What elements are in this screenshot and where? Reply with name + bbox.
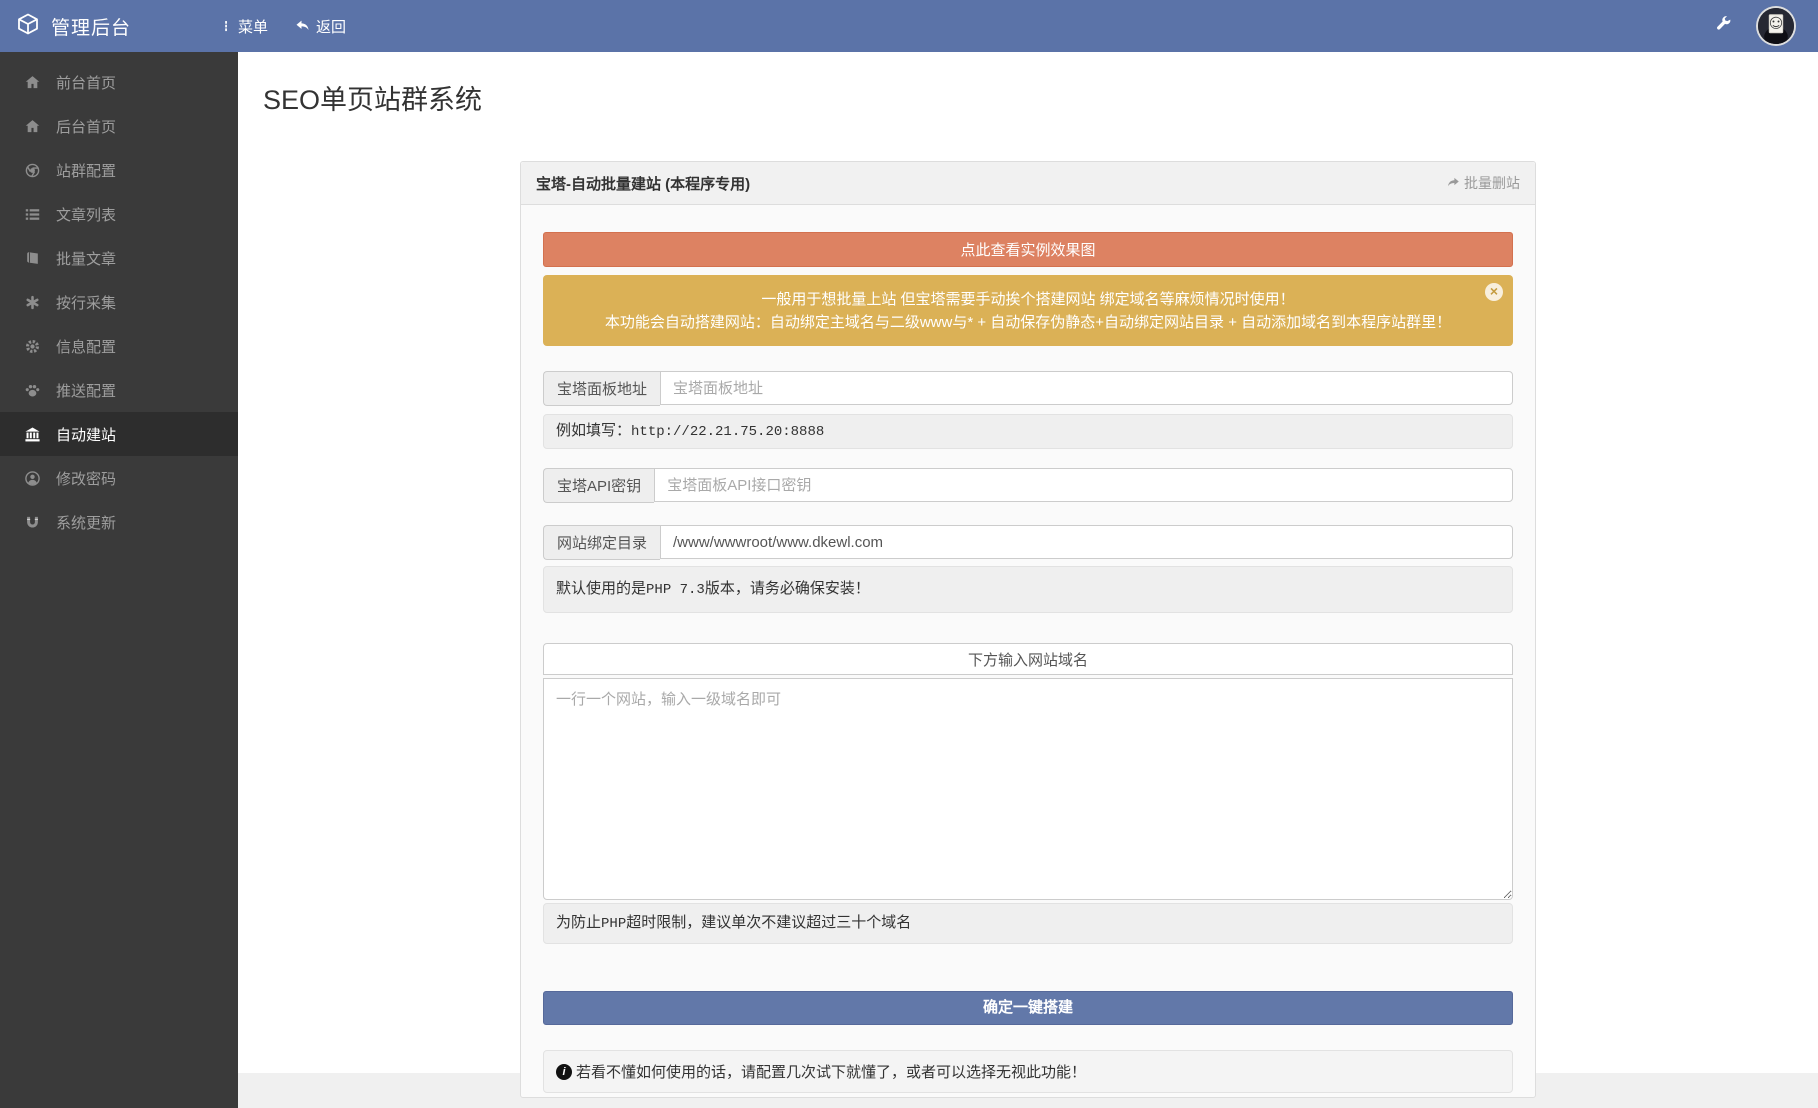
- top-nav: 菜单 返回: [219, 16, 346, 37]
- sidebar-item-change-password[interactable]: 修改密码: [0, 456, 238, 500]
- api-key-group: 宝塔API密钥: [543, 468, 1513, 503]
- sidebar-item-label: 信息配置: [56, 336, 116, 357]
- sidebar: 前台首页 后台首页 站群配置 文章列表 批量文章 按行采集 信息配置 推送配置: [0, 52, 238, 1108]
- domain-input-header: 下方输入网站域名: [543, 643, 1513, 675]
- sidebar-item-label: 按行采集: [56, 292, 116, 313]
- submit-build-button[interactable]: 确定一键搭建: [543, 991, 1513, 1025]
- sidebar-item-article-list[interactable]: 文章列表: [0, 192, 238, 236]
- help-url: http://22.21.75.20:8888: [631, 424, 824, 440]
- content: SEO单页站群系统 宝塔-自动批量建站 (本程序专用) 批量删站 点此查看实例效…: [238, 52, 1818, 1073]
- sidebar-item-line-collect[interactable]: 按行采集: [0, 280, 238, 324]
- bind-dir-label: 网站绑定目录: [543, 525, 660, 560]
- page-title: SEO单页站群系统: [238, 52, 1818, 117]
- wrench-button[interactable]: [1714, 15, 1732, 38]
- sidebar-item-front-home[interactable]: 前台首页: [0, 60, 238, 104]
- batch-delete-link[interactable]: 批量删站: [1446, 173, 1520, 193]
- help-text: 例如填写：: [556, 422, 631, 439]
- asterisk-icon: [23, 293, 41, 311]
- topbar: 管理后台 菜单 返回: [0, 0, 1818, 52]
- sidebar-item-batch-articles[interactable]: 批量文章: [0, 236, 238, 280]
- sidebar-item-label: 文章列表: [56, 204, 116, 225]
- user-icon: [23, 469, 41, 487]
- share-arrow-icon: [1446, 175, 1461, 192]
- bind-dir-group: 网站绑定目录: [543, 525, 1513, 560]
- gear-icon: [23, 337, 41, 355]
- home-icon: [23, 73, 41, 91]
- sidebar-item-auto-build[interactable]: 自动建站: [0, 412, 238, 456]
- globe-icon: [23, 161, 41, 179]
- help-text: 版本，请务必确保安装！: [705, 580, 870, 597]
- gold-alert: × 一般用于想批量上站 但宝塔需要手动挨个搭建网站 绑定域名等麻烦情况时使用！ …: [543, 275, 1513, 346]
- back-label: 返回: [316, 16, 346, 37]
- sidebar-item-label: 后台首页: [56, 116, 116, 137]
- sidebar-item-label: 推送配置: [56, 380, 116, 401]
- panel-address-label: 宝塔面板地址: [543, 371, 660, 406]
- avatar[interactable]: [1756, 6, 1796, 46]
- bind-dir-help: 默认使用的是PHP 7.3版本，请务必确保安装！: [543, 566, 1513, 613]
- brand[interactable]: 管理后台: [0, 12, 215, 41]
- alert-line2: 本功能会自动搭建网站：自动绑定主域名与二级www与* + 自动保存伪静态+自动绑…: [589, 311, 1467, 334]
- main-area: SEO单页站群系统 宝塔-自动批量建站 (本程序专用) 批量删站 点此查看实例效…: [238, 52, 1818, 1108]
- help-php-version: PHP 7.3: [646, 582, 705, 598]
- api-key-input[interactable]: [654, 468, 1513, 502]
- book-icon: [23, 249, 41, 267]
- sidebar-item-push-config[interactable]: 推送配置: [0, 368, 238, 412]
- reply-arrow-icon: [294, 18, 311, 34]
- paw-icon: [23, 381, 41, 399]
- menu-toggle-label: 菜单: [238, 16, 268, 37]
- list-icon: [23, 205, 41, 223]
- alert-line1: 一般用于想批量上站 但宝塔需要手动挨个搭建网站 绑定域名等麻烦情况时使用！: [589, 288, 1467, 311]
- panel-heading: 宝塔-自动批量建站 (本程序专用) 批量删站: [521, 162, 1535, 205]
- bind-dir-input[interactable]: [660, 525, 1513, 559]
- example-image-button[interactable]: 点此查看实例效果图: [543, 232, 1513, 267]
- alert-close-icon[interactable]: ×: [1485, 283, 1503, 301]
- sidebar-item-label: 系统更新: [56, 512, 116, 533]
- brand-title: 管理后台: [51, 13, 131, 40]
- sidebar-item-admin-home[interactable]: 后台首页: [0, 104, 238, 148]
- info-circle-icon: i: [556, 1064, 572, 1080]
- help-php: PHP: [601, 916, 626, 932]
- sidebar-item-sitegroup-config[interactable]: 站群配置: [0, 148, 238, 192]
- footer-note: i 若看不懂如何使用的话，请配置几次试下就懂了，或者可以选择无视此功能！: [543, 1050, 1513, 1093]
- domain-help: 为防止PHP超时限制，建议单次不建议超过三十个域名: [543, 903, 1513, 944]
- panel-address-input[interactable]: [660, 371, 1513, 405]
- panel-address-group: 宝塔面板地址: [543, 371, 1513, 406]
- dots-vertical-icon: [219, 18, 233, 34]
- sidebar-item-label: 修改密码: [56, 468, 116, 489]
- home-icon: [23, 117, 41, 135]
- sidebar-item-system-update[interactable]: 系统更新: [0, 500, 238, 544]
- help-text: 默认使用的是: [556, 580, 646, 597]
- menu-toggle-button[interactable]: 菜单: [219, 16, 268, 37]
- sidebar-item-label: 自动建站: [56, 424, 116, 445]
- panel-body: 点此查看实例效果图 × 一般用于想批量上站 但宝塔需要手动挨个搭建网站 绑定域名…: [521, 205, 1535, 1097]
- topbar-right: [1714, 6, 1818, 46]
- sidebar-item-label: 前台首页: [56, 72, 116, 93]
- sidebar-item-label: 站群配置: [56, 160, 116, 181]
- cube-logo-icon: [16, 12, 40, 41]
- footer-note-text: 若看不懂如何使用的话，请配置几次试下就懂了，或者可以选择无视此功能！: [576, 1061, 1086, 1082]
- magnet-icon: [23, 513, 41, 531]
- domain-textarea[interactable]: [543, 678, 1513, 900]
- auto-build-panel: 宝塔-自动批量建站 (本程序专用) 批量删站 点此查看实例效果图 × 一般用于想…: [520, 161, 1536, 1098]
- batch-delete-label: 批量删站: [1464, 173, 1520, 193]
- sidebar-item-info-config[interactable]: 信息配置: [0, 324, 238, 368]
- panel-title: 宝塔-自动批量建站 (本程序专用): [536, 173, 750, 194]
- panel-address-help: 例如填写：http://22.21.75.20:8888: [543, 414, 1513, 449]
- help-text: 为防止: [556, 914, 601, 931]
- help-text: 超时限制，建议单次不建议超过三十个域名: [626, 914, 911, 931]
- sidebar-item-label: 批量文章: [56, 248, 116, 269]
- bank-icon: [23, 425, 41, 443]
- back-button[interactable]: 返回: [294, 16, 346, 37]
- api-key-label: 宝塔API密钥: [543, 468, 654, 503]
